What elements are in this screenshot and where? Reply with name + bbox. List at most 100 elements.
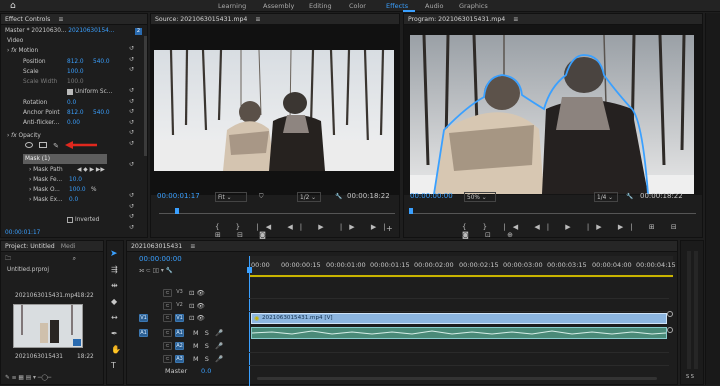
project-toolbar[interactable]: 🗀 ⌕ xyxy=(5,254,76,264)
project-seq-name[interactable]: 2021063015431 xyxy=(15,352,63,362)
source-timecode[interactable]: 00:00:01:17 xyxy=(157,192,200,202)
track-header-v1[interactable]: V1 ⊂ V1 ⊡ 👁 xyxy=(139,314,247,324)
track-lane-a3[interactable] xyxy=(249,354,669,366)
wrench-icon[interactable]: 🔧 xyxy=(335,192,342,202)
source-duration: 00:00:18:22 xyxy=(347,192,390,200)
source-quality-select[interactable]: 1/2 ⌄ xyxy=(297,192,321,202)
track-header-v3[interactable]: ⊂ V3 ⊡ 👁 xyxy=(139,289,247,299)
timeline-timecode[interactable]: 00:00:00:00 xyxy=(139,255,182,265)
timeline-panel: 2021063015431 ≡ 00:00:00:00 ⟗ ⊂ ▯▯ ▾ 🔧 00… xyxy=(126,240,678,386)
source-tab[interactable]: Source: 2021063015431.mp4 ≡ xyxy=(151,14,399,25)
track-header-a3[interactable]: ⊂ A3 M S 🎤 xyxy=(139,355,247,365)
rotation-value[interactable]: 0.0 xyxy=(67,98,76,108)
source-transport-controls[interactable]: { } |◀ ◀| ▶ |▶ ▶| ⊞ ⊟ ◙ xyxy=(215,223,399,239)
audio-clip[interactable] xyxy=(251,327,667,339)
timeline-horizontal-scrollbar[interactable] xyxy=(257,377,657,380)
project-bottom-toolbar[interactable]: ✎ ≡ ▦ ▤ ▾ ─◯─ xyxy=(5,373,51,383)
effect-controls-timecode[interactable]: 00:00:01:17 xyxy=(5,228,40,238)
workspace-learning[interactable]: Learning xyxy=(218,0,246,12)
program-scrub-bar[interactable] xyxy=(412,213,696,214)
program-timecode[interactable]: 00:00:00:00 xyxy=(410,192,453,202)
inverted-checkbox[interactable]: Inverted xyxy=(67,215,99,225)
mask-expansion-value[interactable]: 0.0 xyxy=(69,195,78,205)
work-area-bar[interactable] xyxy=(249,275,673,277)
position-y-value[interactable]: 540.0 xyxy=(93,57,110,67)
source-add-button[interactable]: + xyxy=(386,224,393,233)
anchor-y-value[interactable]: 540.0 xyxy=(93,108,110,118)
program-duration: 00:00:18:22 xyxy=(640,192,683,200)
project-tabs[interactable]: Project: Untitled Medi xyxy=(1,241,103,252)
effect-controls-tab[interactable]: Effect Controls ≡ xyxy=(1,14,147,25)
track-lane-a2[interactable] xyxy=(249,341,669,353)
mask-feather-value[interactable]: 10.0 xyxy=(69,175,82,185)
source-scrub-bar[interactable] xyxy=(159,213,395,214)
program-transport-controls[interactable]: { } |◀ ◀| ▶ |▶ ▶| ⊞ ⊟ ◙ ⊡ ⊕ xyxy=(462,223,702,239)
pen-mask-icon[interactable]: ✎ xyxy=(53,142,59,150)
mask-opacity-value[interactable]: 100.0 xyxy=(69,185,86,195)
project-clip-name[interactable]: 2021063015431.mp4 xyxy=(15,291,78,301)
hand-tool-icon[interactable]: ✋ xyxy=(111,345,121,354)
workspace-editing[interactable]: Editing xyxy=(309,0,332,12)
master-clip-selector[interactable]: Master * 20210630... 20210630154... xyxy=(5,26,114,36)
home-icon[interactable]: ⌂ xyxy=(10,1,16,11)
workspace-color[interactable]: Color xyxy=(349,0,366,12)
scale-width-value: 100.0 xyxy=(67,79,84,85)
program-tab[interactable]: Program: 2021063015431.mp4 ≡ xyxy=(404,14,702,25)
timeline-tab[interactable]: 2021063015431 ≡ xyxy=(127,241,677,252)
mask-track-controls[interactable]: ◀ ◆ ▶ ▶▶ xyxy=(77,165,105,175)
uniform-scale-checkbox[interactable]: Uniform Sc... xyxy=(67,87,112,97)
project-seq-duration: 18:22 xyxy=(77,354,94,360)
timeline-ruler[interactable]: 00:00 00:00:00:15 00:00:01:00 00:00:01:1… xyxy=(249,256,676,278)
ripple-edit-tool-icon[interactable]: ⇹ xyxy=(111,281,118,290)
video-clip[interactable]: ◉ 2021063015431.mp4 [V] xyxy=(251,313,667,324)
active-workspace-underline xyxy=(403,10,415,12)
track-header-a2[interactable]: ⊂ A2 M S 🎤 xyxy=(139,342,247,352)
mask-expansion-label: › Mask Ex... xyxy=(29,197,63,203)
selection-tool-icon[interactable]: ➤ xyxy=(110,249,118,259)
workspace-assembly[interactable]: Assembly xyxy=(263,0,294,12)
track-select-tool-icon[interactable]: ⇶ xyxy=(111,265,118,274)
reset-icons-column[interactable]: ↺ ↺ ↺ ↺ ↺ ↺ ↺ ↺ ↺ ↺ ↺ ↺ ↺ ↺ xyxy=(129,44,137,234)
workspace-audio[interactable]: Audio xyxy=(425,0,443,12)
track-scroll-handle-2[interactable] xyxy=(667,327,673,333)
program-quality-select[interactable]: 1/4 ⌄ xyxy=(594,192,618,202)
scale-width-label: Scale Width xyxy=(23,79,58,85)
track-lane-v3[interactable] xyxy=(249,287,669,299)
source-playhead[interactable] xyxy=(175,208,179,214)
track-lane-v2[interactable] xyxy=(249,300,669,312)
slip-tool-icon[interactable]: ↔ xyxy=(111,313,118,322)
video-clip-label: 2021063015431.mp4 [V] xyxy=(262,315,333,321)
ruler-label: 00:00:02:00 xyxy=(414,261,454,269)
audio-waveform xyxy=(251,330,667,335)
anchor-x-value[interactable]: 812.0 xyxy=(67,108,84,118)
meter-channel-right xyxy=(694,251,698,369)
opacity-effect[interactable]: › fx Opacity xyxy=(7,131,41,141)
program-video-frame xyxy=(410,34,694,195)
effect-controls-scrollbar[interactable] xyxy=(144,36,147,156)
track-header-v2[interactable]: ⊂ V2 ⊡ 👁 xyxy=(139,302,247,312)
meter-solo-buttons[interactable]: S S xyxy=(686,374,694,380)
program-wrench-icon[interactable]: 🔧 xyxy=(626,192,633,202)
razor-tool-icon[interactable]: ◆ xyxy=(111,297,117,306)
rectangle-mask-icon[interactable] xyxy=(39,142,48,148)
timeline-toolbar[interactable]: ⟗ ⊂ ▯▯ ▾ 🔧 xyxy=(139,266,173,276)
scale-value[interactable]: 100.0 xyxy=(67,67,84,77)
track-header-a1[interactable]: A1 ⊂ A1 M S 🎤 xyxy=(139,329,247,339)
ellipse-mask-icon[interactable] xyxy=(25,142,33,148)
program-playhead[interactable] xyxy=(409,208,413,214)
type-tool-icon[interactable]: T xyxy=(111,361,116,370)
play-marker-button[interactable]: 2 xyxy=(135,28,142,35)
effect-controls-panel: Effect Controls ≡ Master * 20210630... 20… xyxy=(0,13,148,238)
source-fit-select[interactable]: Fit ⌄ xyxy=(215,192,247,202)
ruler-label: 00:00:00:15 xyxy=(281,261,321,269)
playhead-head[interactable] xyxy=(247,267,252,273)
timeline-playhead[interactable] xyxy=(249,256,250,386)
antiflicker-value[interactable]: 0.00 xyxy=(67,118,80,128)
add-marker-icon[interactable]: ⛉ xyxy=(259,192,263,202)
workspace-graphics[interactable]: Graphics xyxy=(459,0,488,12)
track-scroll-handle[interactable] xyxy=(667,311,673,317)
program-zoom-select[interactable]: 50% ⌄ xyxy=(464,192,496,202)
position-x-value[interactable]: 812.0 xyxy=(67,57,84,67)
motion-effect[interactable]: › fx Motion xyxy=(7,46,38,56)
pen-tool-icon[interactable]: ✒ xyxy=(111,329,118,338)
